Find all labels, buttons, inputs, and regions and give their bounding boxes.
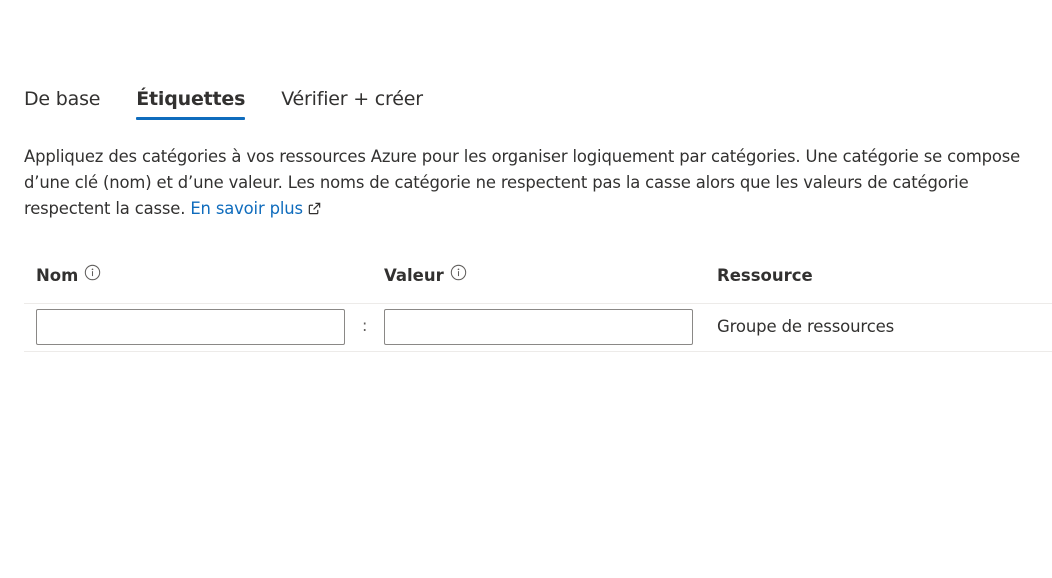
row-divider bbox=[24, 303, 1052, 304]
learn-more-link[interactable]: En savoir plus bbox=[190, 199, 322, 218]
learn-more-label: En savoir plus bbox=[190, 199, 303, 218]
column-resource-label: Ressource bbox=[717, 266, 813, 285]
column-header-value: Valeur bbox=[384, 264, 467, 288]
info-icon[interactable] bbox=[84, 264, 101, 288]
tab-etiquettes[interactable]: Étiquettes bbox=[136, 86, 245, 120]
tab-verifier-creer[interactable]: Vérifier + créer bbox=[281, 86, 423, 120]
tag-value-input[interactable] bbox=[384, 309, 693, 345]
column-header-resource: Ressource bbox=[717, 264, 813, 288]
tab-de-base[interactable]: De base bbox=[24, 86, 100, 120]
tags-description: Appliquez des catégories à vos ressource… bbox=[24, 144, 1034, 224]
column-value-label: Valeur bbox=[384, 266, 444, 285]
column-header-name: Nom bbox=[36, 264, 101, 288]
info-icon[interactable] bbox=[450, 264, 467, 288]
tags-grid-header: Nom Valeur Ressource bbox=[24, 264, 1052, 288]
tab-list: De base Étiquettes Vérifier + créer bbox=[24, 86, 459, 120]
tag-name-input[interactable] bbox=[36, 309, 345, 345]
column-name-label: Nom bbox=[36, 266, 79, 285]
resource-type-cell: Groupe de ressources bbox=[717, 317, 895, 336]
row-divider bbox=[24, 351, 1052, 352]
name-value-separator: : bbox=[362, 316, 368, 335]
external-link-icon bbox=[307, 198, 322, 224]
description-text: Appliquez des catégories à vos ressource… bbox=[24, 147, 1021, 218]
